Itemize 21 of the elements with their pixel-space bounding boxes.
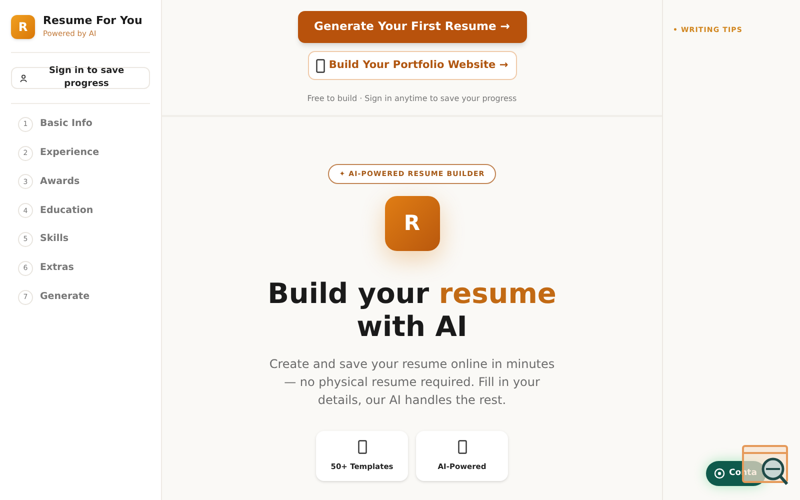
app-name: Resume For You — [43, 14, 142, 28]
hero-title: Build your resume with AI — [268, 277, 556, 343]
box-icon — [458, 440, 466, 454]
step-link[interactable]: Awards — [40, 174, 80, 190]
step-link[interactable]: Extras — [40, 261, 74, 276]
step-link[interactable]: Education — [40, 204, 94, 218]
box-icon — [316, 58, 325, 72]
step-link[interactable]: Generate — [40, 290, 90, 304]
step-link[interactable]: Experience — [40, 146, 100, 160]
chat-icon — [714, 468, 725, 479]
sign-in-button[interactable]: Sign in to save progress — [11, 67, 150, 89]
box-icon — [358, 440, 366, 454]
app-logo: R — [11, 14, 35, 38]
helper-text: Free to build · Sign in anytime to save your progress — [307, 93, 517, 105]
hero-logo: R — [384, 196, 440, 251]
generate-resume-button[interactable]: Generate Your First Resume → — [298, 11, 526, 43]
hero-description: Create and save your resume online in minutes — no physical resume required. Fill in your details, our AI handles the rest. — [268, 356, 556, 409]
step-link[interactable]: Basic Info — [40, 117, 92, 132]
portfolio-button[interactable]: Build Your Portfolio Website → — [308, 51, 516, 80]
step-link[interactable]: Skills — [40, 232, 69, 247]
user-icon — [20, 74, 28, 82]
